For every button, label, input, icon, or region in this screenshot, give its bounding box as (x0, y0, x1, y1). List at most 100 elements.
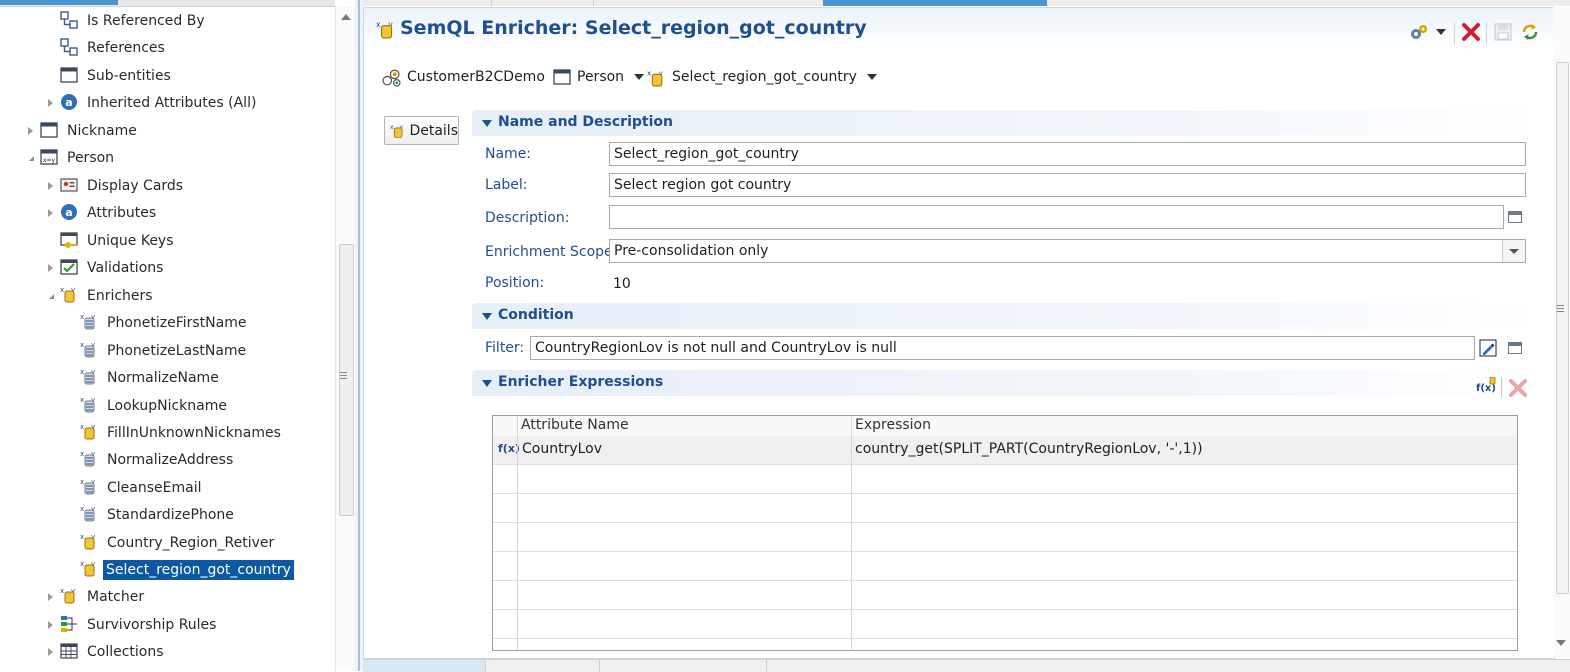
svg-text:x: x (80, 368, 84, 376)
tree-item-label: Display Cards (87, 177, 184, 194)
tree-item-label: Unique Keys (87, 232, 174, 249)
table-row[interactable]: f(x) CountryLov country_get(SPLIT_PART(C… (493, 436, 1517, 465)
expand-twisty-icon[interactable] (45, 592, 55, 602)
expand-twisty-icon[interactable] (45, 208, 55, 218)
tree-item-person[interactable]: x=y Person (0, 144, 335, 171)
tree-active-tab[interactable] (0, 0, 118, 5)
column-header-attribute-name[interactable]: Attribute Name (521, 417, 629, 433)
tree-item-references[interactable]: References (0, 34, 335, 61)
tree-item-sub-entities[interactable]: Sub-entities (0, 62, 335, 89)
chevron-down-icon[interactable] (1502, 240, 1525, 262)
editor-tab-active[interactable] (823, 0, 1047, 6)
open-editor-icon[interactable] (1508, 211, 1522, 223)
table-row-empty[interactable] (493, 552, 1517, 581)
tree-item-normalizename[interactable]: xy NormalizeName (0, 364, 335, 391)
toolbar-separator (1454, 22, 1455, 44)
entity-icon: x=y (40, 149, 58, 165)
tree-item-phonetizefirstname[interactable]: xy PhonetizeFirstName (0, 309, 335, 336)
editor-tab[interactable] (593, 0, 824, 6)
bottom-tab-active[interactable] (363, 660, 486, 672)
name-label: Name: (485, 146, 532, 162)
tree-item-normalizeaddress[interactable]: xy NormalizeAddress (0, 446, 335, 473)
scroll-up-arrow-icon[interactable] (341, 14, 351, 20)
breadcrumb-entity[interactable]: Person (553, 64, 645, 90)
open-editor-icon[interactable] (1508, 342, 1522, 354)
scroll-thumb[interactable] (1556, 62, 1569, 594)
description-field[interactable] (609, 205, 1504, 229)
svg-text:x: x (80, 533, 84, 541)
collapse-caret-icon[interactable] (482, 380, 492, 387)
expand-twisty-icon[interactable] (45, 181, 55, 191)
expand-twisty-icon[interactable] (25, 126, 35, 136)
tree-item-attributes[interactable]: a Attributes (0, 199, 335, 226)
tree-item-validations[interactable]: Validations (0, 254, 335, 281)
expand-twisty-icon[interactable] (45, 620, 55, 630)
attribute-name-cell[interactable]: CountryLov (522, 441, 602, 457)
column-divider (517, 416, 518, 650)
enrichment-scope-select[interactable]: Pre-consolidation only (609, 239, 1526, 263)
tree-item-lookupnickname[interactable]: xy LookupNickname (0, 392, 335, 419)
section-enricher-expressions[interactable]: Enricher Expressions (472, 370, 1540, 396)
bottom-tab[interactable] (599, 660, 767, 672)
collapse-twisty-icon[interactable] (45, 291, 55, 301)
section-condition[interactable]: Condition (472, 303, 1540, 329)
panel-splitter[interactable] (355, 0, 363, 671)
collapse-caret-icon[interactable] (482, 313, 492, 320)
chevron-down-icon[interactable] (866, 74, 877, 80)
tree-item-fillinunknownnicknames[interactable]: xy FillInUnknownNicknames (0, 419, 335, 446)
tree-item-enrichers[interactable]: xy Enrichers (0, 282, 335, 309)
name-field[interactable]: Select_region_got_country (609, 142, 1526, 166)
tree-item-standardizephone[interactable]: xy StandardizePhone (0, 501, 335, 528)
collapse-twisty-icon[interactable] (25, 153, 35, 163)
tree-item-cleanseemail[interactable]: xy CleanseEmail (0, 474, 335, 501)
expand-twisty-icon[interactable] (45, 98, 55, 108)
svg-text:x: x (80, 341, 84, 349)
editor-tab[interactable] (363, 0, 492, 6)
tree-item-collections[interactable]: Collections (0, 638, 335, 665)
tree-item-survivorship-rules[interactable]: Survivorship Rules (0, 611, 335, 638)
tree-item-display-cards[interactable]: Display Cards (0, 172, 335, 199)
label-field[interactable]: Select region got country (609, 173, 1526, 197)
breadcrumb-model[interactable]: CustomerB2CDemo (382, 64, 565, 90)
editor-tab[interactable] (491, 0, 594, 6)
tree-item-nickname[interactable]: Nickname (0, 117, 335, 144)
tree-item-select-region-got-country[interactable]: xy Select_region_got_country (0, 556, 335, 583)
expand-twisty-icon[interactable] (45, 263, 55, 273)
tree-item-is-referenced-by[interactable]: Is Referenced By (0, 7, 335, 34)
table-row-empty[interactable] (493, 465, 1517, 494)
tree-item-country-region-retiver[interactable]: xy Country_Region_Retiver (0, 529, 335, 556)
tree-item-label: Attributes (87, 204, 157, 221)
enricher-icon: xy (80, 423, 95, 440)
table-row-empty[interactable] (493, 494, 1517, 523)
bottom-tab[interactable] (485, 660, 600, 672)
chevron-down-icon[interactable] (634, 74, 645, 80)
tree-item-matcher[interactable]: xy Matcher (0, 583, 335, 610)
tree-item-inherited-attributes[interactable]: a Inherited Attributes (All) (0, 89, 335, 116)
table-row-empty[interactable] (493, 610, 1517, 639)
add-expression-icon[interactable]: f(x) (1476, 377, 1496, 395)
svg-text:f(x): f(x) (1476, 383, 1496, 394)
filter-field[interactable]: CountryRegionLov is not null and Country… (530, 336, 1475, 360)
editor-vertical-scrollbar[interactable] (1553, 7, 1570, 657)
table-row-empty[interactable] (493, 581, 1517, 610)
details-button[interactable]: xy Details (384, 116, 459, 145)
remove-expression-icon-disabled (1509, 379, 1527, 397)
expression-cell[interactable]: country_get(SPLIT_PART(CountryRegionLov,… (855, 441, 1203, 457)
section-name-description[interactable]: Name and Description (472, 110, 1540, 136)
collapse-caret-icon[interactable] (482, 120, 492, 127)
delete-icon[interactable] (1461, 22, 1481, 42)
editor-frame: xy SemQL Enricher: Select_region_got_cou… (363, 7, 1555, 659)
expand-twisty-icon[interactable] (45, 647, 55, 657)
refresh-icon[interactable] (1520, 22, 1540, 42)
column-header-expression[interactable]: Expression (855, 417, 931, 433)
scroll-down-arrow-icon[interactable] (1556, 640, 1566, 646)
breadcrumb-enricher[interactable]: xy Select_region_got_country (647, 64, 877, 90)
tree-item-unique-keys[interactable]: Unique Keys (0, 227, 335, 254)
chevron-down-icon[interactable] (1436, 29, 1446, 35)
window-icon (60, 67, 78, 83)
expression-editor-icon[interactable] (1479, 339, 1497, 357)
table-row-empty[interactable] (493, 523, 1517, 552)
tree-vertical-scrollbar[interactable] (335, 6, 355, 671)
actions-gear-icon[interactable] (1409, 23, 1431, 41)
tree-item-phonetizelastname[interactable]: xy PhonetizeLastName (0, 337, 335, 364)
